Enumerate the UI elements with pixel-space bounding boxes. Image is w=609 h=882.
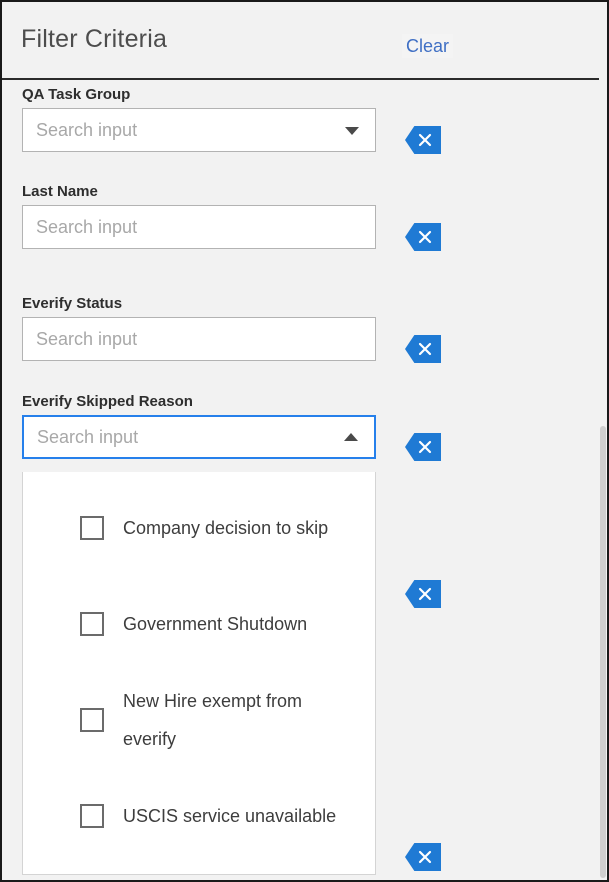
vertical-scrollbar-track[interactable] [599, 2, 607, 880]
list-item[interactable]: Company decision to skip [23, 480, 375, 576]
filter-criteria-panel: Filter Criteria Clear QA Task Group Sear… [0, 0, 609, 882]
panel-header: Filter Criteria Clear [2, 2, 607, 77]
option-label: USCIS service unavailable [123, 806, 337, 826]
header-divider [2, 78, 607, 80]
clear-filter-button-5[interactable] [405, 580, 441, 608]
close-icon [418, 230, 432, 244]
clear-all-link[interactable]: Clear [402, 34, 454, 58]
option-checkbox[interactable] [80, 804, 104, 828]
search-input-placeholder: Search input [36, 120, 138, 140]
last-name-input-wrap[interactable]: Search input [22, 205, 376, 249]
list-item[interactable]: New Hire exempt from everify [23, 672, 375, 768]
everify-skipped-reason-listbox[interactable]: Company decision to skip Government Shut… [22, 472, 376, 875]
option-label: New Hire exempt from everify [123, 691, 303, 749]
option-checkbox[interactable] [80, 516, 104, 540]
option-checkbox[interactable] [80, 612, 104, 636]
option-checkbox[interactable] [80, 708, 104, 732]
everify-status-input-wrap[interactable]: Search input [22, 317, 376, 361]
everify-skipped-reason-input-wrap[interactable]: Search input [22, 415, 376, 459]
close-icon [418, 133, 432, 147]
close-icon [418, 850, 432, 864]
chevron-up-icon[interactable] [344, 433, 358, 441]
clear-qa-task-group-button[interactable] [405, 126, 441, 154]
close-icon [418, 342, 432, 356]
list-item[interactable]: USCIS service unavailable [23, 768, 375, 864]
search-input-placeholder: Search input [37, 427, 139, 447]
clear-filter-button-6[interactable] [405, 843, 441, 871]
option-label: Government Shutdown [123, 614, 308, 634]
vertical-scrollbar-thumb[interactable] [600, 426, 606, 878]
page-title: Filter Criteria [21, 25, 168, 53]
search-input-placeholder: Search input [36, 217, 138, 237]
close-icon [418, 440, 432, 454]
field-label: Last Name [22, 183, 98, 200]
chevron-down-icon[interactable] [345, 127, 359, 135]
list-item[interactable]: Government Shutdown [23, 576, 375, 672]
search-input-placeholder: Search input [36, 329, 138, 349]
close-icon [418, 587, 432, 601]
clear-everify-status-button[interactable] [405, 335, 441, 363]
qa-task-group-input-wrap[interactable]: Search input [22, 108, 376, 152]
field-label: Everify Status [22, 295, 123, 312]
clear-everify-skipped-reason-button[interactable] [405, 433, 441, 461]
option-label: Company decision to skip [123, 518, 329, 538]
field-label: Everify Skipped Reason [22, 393, 193, 410]
field-label: QA Task Group [22, 86, 131, 103]
clear-last-name-button[interactable] [405, 223, 441, 251]
